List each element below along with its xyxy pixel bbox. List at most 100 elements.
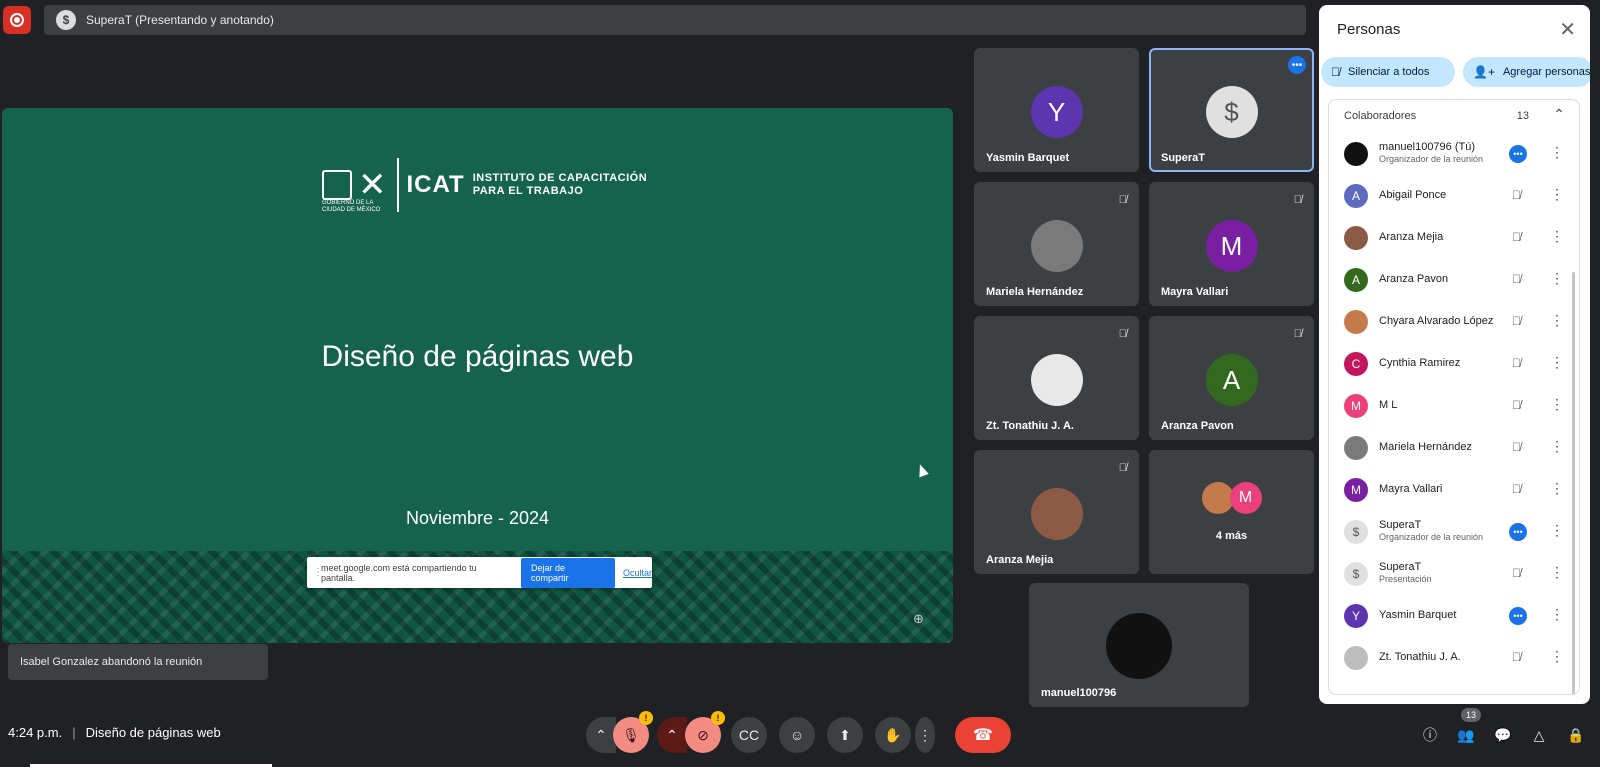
participant-row[interactable]: Mariela Hernández 🎙̸ ⋮ [1329,428,1579,468]
mic-off-icon: 🎙̸ [1293,328,1302,340]
mic-off-icon: 🎙̸ [1118,194,1127,206]
more-options-icon[interactable]: ⋮ [1550,354,1564,371]
more-participants-tile[interactable]: M 4 más [1149,450,1314,574]
participant-row[interactable]: $ SuperaT Organizador de la reunión ••• ⋮ [1329,512,1579,552]
logo-line2: PARA EL TRABAJO [472,185,584,197]
cdmx-mark-icon: ✕ [358,166,387,204]
participant-row[interactable]: Aranza Mejia 🎙̸ ⋮ [1329,218,1579,258]
audio-options-button[interactable]: ⌃ [586,717,616,753]
participant-row[interactable]: C Cynthia Ramirez 🎙̸ ⋮ [1329,344,1579,384]
activities-icon[interactable]: △ [1528,724,1550,746]
add-people-button[interactable]: 👤+ Agregar personas [1463,57,1590,87]
avatar: C [1344,352,1368,376]
more-options-icon[interactable]: ⋮ [1550,228,1564,245]
more-options-icon[interactable]: ⋮ [1550,396,1564,413]
participant-tile[interactable]: ••• $ SuperaT [1149,48,1314,172]
record-icon[interactable] [3,6,31,34]
zoom-icon[interactable]: ⊕ [913,611,929,627]
participant-tile[interactable]: 🎙̸ Aranza Mejia [974,450,1139,574]
mic-off-icon: 🎙̸ [1512,314,1521,328]
more-options-icon[interactable]: ⋮ [1550,564,1564,581]
video-options-button[interactable]: ⌃ [657,717,687,753]
participant-tile[interactable]: 🎙̸ M Mayra Vallari [1149,182,1314,306]
avatar: $ [1344,562,1368,586]
avatar: M [1229,482,1262,514]
participant-name: Mayra Vallari [1161,286,1229,298]
close-icon[interactable]: ✕ [1559,17,1576,42]
people-icon[interactable]: 👥 [1455,724,1477,746]
more-options-icon[interactable]: ••• [1288,56,1306,74]
icat-logo: ✕ ICAT INSTITUTO DE CAPACITACIÓN PARA EL… [322,158,647,213]
share-notification-bar: ⋮ meet.google.com está compartiendo tu p… [307,557,652,588]
more-options-button[interactable]: ⋮ [915,717,935,753]
participant-row[interactable]: Chyara Alvarado López 🎙̸ ⋮ [1329,302,1579,342]
mic-off-icon: 🎙̸ [1512,650,1521,664]
host-controls-icon[interactable]: 🔒 [1565,724,1587,746]
avatar [1344,310,1368,334]
participant-row[interactable]: A Aranza Pavon 🎙̸ ⋮ [1329,260,1579,300]
participant-row[interactable]: M Mayra Vallari 🎙̸ ⋮ [1329,470,1579,510]
drag-handle-icon[interactable]: ⋮ [313,567,323,578]
more-options-icon[interactable]: ⋮ [1550,606,1564,623]
captions-button[interactable]: CC [731,717,767,753]
people-count-badge: 13 [1461,708,1481,722]
scrollbar[interactable] [1572,272,1575,694]
mic-off-icon: 🎙̸ [1293,194,1302,206]
more-options-icon[interactable]: ⋮ [1550,270,1564,287]
mic-off-icon: 🎙̸ [1512,482,1521,496]
emoji-button[interactable]: ☺ [779,717,815,753]
participant-name: Aranza Mejia [1379,231,1444,243]
avatar [1030,220,1083,272]
more-options-icon[interactable]: ⋮ [1550,312,1564,329]
more-options-icon[interactable]: ⋮ [1550,648,1564,665]
more-options-icon[interactable]: ⋮ [1550,438,1564,455]
participant-row[interactable]: Y Yasmin Barquet ••• ⋮ [1329,596,1579,636]
add-person-icon: 👤+ [1473,65,1495,79]
participant-name: SuperaT [1161,152,1206,164]
mic-off-icon: 🎙̸ [1331,65,1340,79]
mute-all-button[interactable]: 🎙̸ Silenciar a todos [1321,57,1455,87]
participant-tile[interactable]: 🎙̸ Zt. Tonathiu J. A. [974,316,1139,440]
more-options-icon[interactable]: ⋮ [1550,480,1564,497]
participant-row[interactable]: Zt. Tonathiu J. A. 🎙̸ ⋮ [1329,638,1579,678]
participant-row[interactable]: M M L 🎙̸ ⋮ [1329,386,1579,426]
participant-name: Yasmin Barquet [986,152,1070,164]
participant-row[interactable]: manuel100796 (Tú) Organizador de la reuni… [1329,134,1579,174]
participant-name: SuperaT [1379,561,1422,573]
info-icon[interactable]: ⓘ [1419,724,1441,746]
chat-icon[interactable]: 💬 [1492,724,1514,746]
speaking-icon: ••• [1509,145,1527,163]
participant-name: Mayra Vallari [1379,483,1443,495]
participant-row[interactable]: $ SuperaT Presentación 🎙̸ ⋮ [1329,554,1579,594]
participant-tile[interactable]: Y Yasmin Barquet [974,48,1139,172]
participant-name: Zt. Tonathiu J. A. [1379,651,1461,663]
participant-tile[interactable]: 🎙̸ A Aranza Pavon [1149,316,1314,440]
mic-toggle-button[interactable]: 🎙! [613,711,653,753]
participant-tile[interactable]: manuel100796 [1029,583,1249,707]
more-options-icon[interactable]: ⋮ [1550,522,1564,539]
speaking-icon: ••• [1509,523,1527,541]
more-participants-label: 4 más [1215,530,1248,542]
participant-name: Yasmin Barquet [1379,609,1457,621]
chevron-up-icon[interactable]: ⌃ [1553,106,1565,123]
section-count: 13 [1516,110,1529,122]
stop-sharing-button[interactable]: Dejar de compartir [521,557,615,588]
raise-hand-button[interactable]: ✋ [875,717,911,753]
hide-link[interactable]: Ocultar [623,568,652,578]
present-button[interactable]: ⬆ [827,717,863,753]
participant-row[interactable]: A Abigail Ponce 🎙̸ ⋮ [1329,176,1579,216]
avatar [1344,436,1368,460]
participant-tile[interactable]: 🎙̸ Mariela Hernández [974,182,1139,306]
participant-name: Abigail Ponce [1379,189,1447,201]
participant-name: Aranza Pavon [1379,273,1449,285]
end-call-button[interactable]: ☎ [955,717,1011,753]
avatar: A [1344,268,1368,292]
participant-name: SuperaT [1379,519,1422,531]
panel-title: Personas [1337,21,1401,38]
participant-name: Aranza Mejia [986,554,1054,566]
more-options-icon[interactable]: ⋮ [1550,144,1564,161]
avatar [1030,488,1083,540]
camera-toggle-button[interactable]: ⊘! [685,711,725,753]
gob-text: GOBIERNO DE LA CIUDAD DE MÉXICO [322,200,381,213]
more-options-icon[interactable]: ⋮ [1550,186,1564,203]
